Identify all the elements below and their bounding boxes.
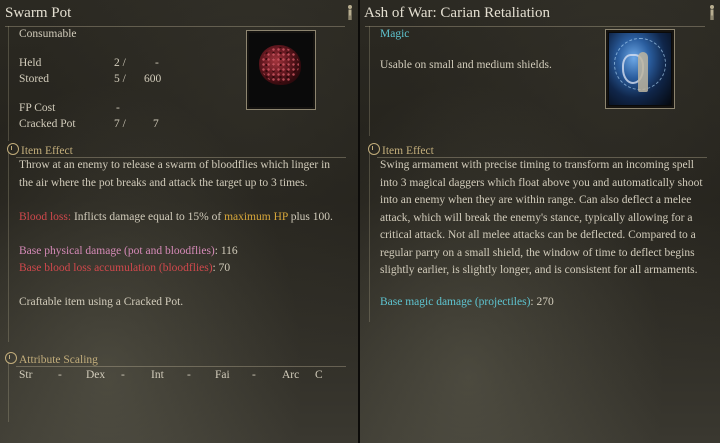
stat-fp-cost-value: -: [116, 102, 120, 114]
craft-text: Craftable item using a Cracked Pot.: [19, 296, 184, 308]
carian-retaliation-image: [605, 29, 675, 109]
stats-border: [8, 26, 9, 141]
effect-border: [8, 152, 9, 342]
stat-cracked-pot-label: Cracked Pot: [19, 118, 76, 130]
attribute-scaling-label: Attribute Scaling: [19, 354, 98, 366]
ash-of-war-panel: Ash of War: Carian Retaliation Magic Usa…: [360, 0, 720, 443]
item-effect-label: Item Effect: [21, 145, 73, 157]
scaling-str-label: Str: [19, 369, 33, 381]
base-blood-line: Base blood loss accumulation (bloodflies…: [19, 260, 230, 278]
stat-cracked-pot-value: 7 /: [114, 118, 126, 130]
title-divider: [5, 26, 345, 27]
scaling-divider: [16, 366, 346, 367]
scaling-arc-label: Arc: [282, 369, 300, 381]
effect-border: [369, 152, 370, 322]
description-line: critical attack. Not all melee attacks c…: [380, 229, 696, 241]
description-line: attack, which will break the enemy's sta…: [380, 211, 693, 224]
item-effect-heading: Item Effect: [7, 143, 73, 157]
title-divider: [365, 26, 705, 27]
description-line: regular parry on a small shield, the win…: [380, 246, 695, 259]
scaling-fai-value: -: [252, 369, 256, 381]
stat-held-max: -: [155, 57, 159, 69]
description-line: into 3 magical daggers which float above…: [380, 176, 703, 189]
blood-loss-text: Inflicts damage equal to 15% of: [71, 211, 225, 223]
base-magic-label: Base magic damage (projectiles): [380, 296, 531, 308]
description-line: the air where the pot breaks and attack …: [19, 176, 308, 189]
affinity-label: Magic: [380, 28, 410, 40]
blood-loss-label: Blood loss:: [19, 211, 72, 223]
pot-texture: [261, 47, 299, 83]
stat-stored-value: 5 /: [114, 73, 126, 85]
usable-text: Usable on small and medium shields.: [380, 59, 552, 71]
description-line: Throw at an enemy to release a swarm of …: [19, 159, 331, 171]
scaling-dex-label: Dex: [86, 369, 106, 381]
base-magic-line: Base magic damage (projectiles): 270: [380, 294, 554, 312]
stat-stored-max: 600: [144, 73, 162, 85]
swarm-pot-panel: Swarm Pot Consumable Held 2 / - Stored 5…: [0, 0, 358, 443]
stat-fp-cost-label: FP Cost: [19, 102, 56, 114]
item-effect-label: Item Effect: [382, 145, 434, 157]
header-border: [369, 26, 370, 136]
base-blood-label: Base blood loss accumulation (bloodflies…: [19, 262, 213, 274]
attribute-scaling-icon: [5, 352, 17, 364]
base-physical-label: Base physical damage (pot and bloodflies…: [19, 245, 215, 257]
item-title: Swarm Pot: [5, 5, 72, 21]
scaling-arc-value: C: [315, 369, 323, 381]
stat-held-label: Held: [19, 57, 42, 69]
blood-loss-text-end: plus 100.: [287, 211, 333, 223]
scaling-int-value: -: [187, 369, 191, 381]
item-description: Throw at an enemy to release a swarm of …: [19, 157, 354, 192]
stat-held-value: 2 /: [114, 57, 126, 69]
description-line: Swing armament with precise timing to tr…: [380, 159, 694, 171]
attribute-scaling-heading: Attribute Scaling: [5, 352, 98, 366]
scaling-fai-label: Fai: [215, 369, 230, 381]
base-physical-value: : 116: [214, 245, 238, 257]
description-line: slightly earlier, is slightly longer, an…: [380, 264, 698, 276]
maximum-hp-keyword: maximum HP: [224, 211, 288, 223]
scaling-dex-value: -: [121, 369, 125, 381]
description-line: into an enemy when they are within range…: [380, 194, 692, 206]
base-magic-value: : 270: [530, 296, 554, 308]
stat-stored-label: Stored: [19, 73, 50, 85]
blood-loss-line: Blood loss: Inflicts damage equal to 15%…: [19, 209, 333, 227]
scaling-border: [8, 362, 9, 422]
person-icon[interactable]: [345, 4, 355, 20]
art-figure: [638, 52, 648, 92]
scaling-str-value: -: [58, 369, 62, 381]
item-description: Swing armament with precise timing to tr…: [380, 157, 720, 280]
item-title: Ash of War: Carian Retaliation: [364, 5, 550, 21]
person-icon[interactable]: [707, 4, 717, 20]
item-category: Consumable: [19, 28, 77, 40]
stat-cracked-pot-max: 7: [153, 118, 159, 130]
swarm-pot-image: [246, 30, 316, 110]
base-blood-value: : 70: [212, 262, 231, 274]
base-physical-line: Base physical damage (pot and bloodflies…: [19, 243, 238, 261]
item-effect-heading: Item Effect: [368, 143, 434, 157]
scaling-int-label: Int: [151, 369, 164, 381]
